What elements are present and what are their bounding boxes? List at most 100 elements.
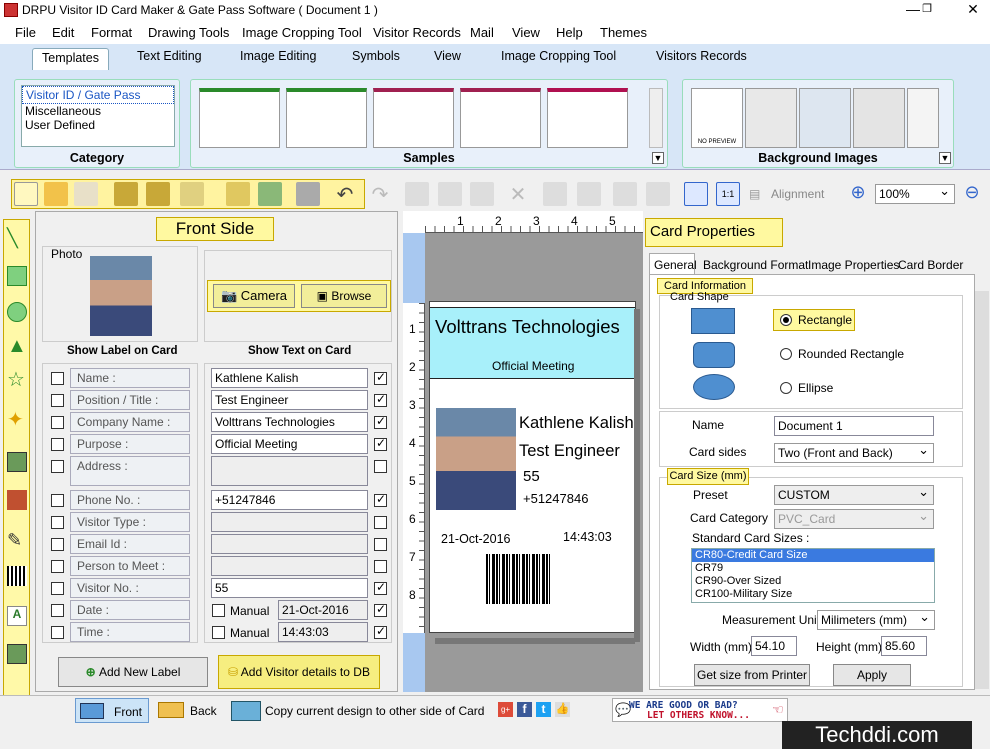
bg-thumb[interactable] [799,88,851,148]
show-text-checkbox[interactable] [374,414,387,429]
field-value-input[interactable]: 14:43:03 [278,622,368,642]
card-time[interactable]: 14:43:03 [563,530,612,544]
image-tool-icon[interactable] [7,452,27,472]
add-visitor-db-button[interactable]: ⛁ Add Visitor details to DB [218,655,380,689]
props-scrollbar[interactable] [975,291,989,689]
like-icon[interactable]: 👍 [555,702,570,717]
id-card-preview[interactable]: Volttrans Technologies Official Meeting … [429,301,636,633]
show-text-checkbox[interactable] [374,436,387,451]
zoom-in-icon[interactable]: ⊕ [846,182,870,206]
unlock-icon[interactable] [646,182,670,206]
show-label-checkbox[interactable] [51,494,64,507]
bg-thumb[interactable] [745,88,797,148]
get-size-printer-button[interactable]: Get size from Printer [694,664,810,686]
rectangle-radio[interactable] [780,314,792,326]
size-item[interactable]: CR90-Over Sized [692,575,934,588]
show-text-checkbox[interactable] [374,560,387,573]
show-label-checkbox[interactable] [51,394,64,407]
field-value-input[interactable]: 55 [211,578,368,598]
camera-button[interactable]: 📷 Camera [213,284,295,308]
tab-text-editing[interactable]: Text Editing [137,49,202,63]
card-date[interactable]: 21-Oct-2016 [441,532,510,546]
rectangle-shape-icon[interactable] [691,308,735,334]
tab-visitors-records[interactable]: Visitors Records [656,49,747,63]
ellipse-radio[interactable] [780,382,792,394]
size-item[interactable]: CR100-Military Size [692,588,934,601]
show-text-checkbox[interactable] [374,370,387,385]
standard-sizes-list[interactable]: CR80-Credit Card Size CR79 CR90-Over Siz… [691,548,935,603]
open-icon[interactable] [44,182,68,206]
line-tool-icon[interactable]: ╲ [7,228,27,248]
zoom-out-icon[interactable]: ⊖ [960,182,984,206]
symbol-tool-icon[interactable]: ✦ [7,410,27,430]
card-number[interactable]: 55 [523,468,540,485]
maximize-button[interactable]: ❐ [912,0,942,20]
show-label-checkbox[interactable] [51,560,64,573]
field-value-input[interactable]: +51247846 [211,490,368,510]
print-icon[interactable] [296,182,320,206]
preset-select[interactable]: CUSTOM [774,484,934,505]
rectangle-tool-icon[interactable] [7,266,27,286]
save-as-icon[interactable] [146,182,170,206]
twitter-icon[interactable]: t [536,702,551,717]
star-tool-icon[interactable]: ☆ [7,370,27,390]
menu-visitor-records[interactable]: Visitor Records [373,25,461,40]
close-button[interactable]: ✕ [958,0,988,20]
category-item[interactable]: Visitor ID / Gate Pass [22,86,174,104]
menu-view[interactable]: View [512,25,540,40]
show-label-checkbox[interactable] [51,416,64,429]
field-value-input[interactable]: Kathlene Kalish [211,368,368,388]
google-plus-icon[interactable]: g+ [498,702,513,717]
watermark-tool-icon[interactable] [7,644,27,664]
design-canvas[interactable]: 1 2 3 4 5 1 2 3 4 5 6 7 8 Volttrans Tech… [403,211,643,692]
tab-image-cropping[interactable]: Image Cropping Tool [501,49,616,63]
save-icon[interactable] [114,182,138,206]
card-barcode[interactable] [486,554,550,604]
sample-thumb[interactable] [373,88,454,148]
show-text-checkbox[interactable] [374,580,387,595]
menu-image-cropping[interactable]: Image Cropping Tool [242,25,362,40]
size-item[interactable]: CR79 [692,562,934,575]
cut-icon[interactable] [405,182,429,206]
show-text-checkbox[interactable] [374,538,387,551]
field-value-input[interactable] [211,456,368,486]
card-name[interactable]: Kathlene Kalish [519,414,634,433]
copy-design-button[interactable]: Copy current design to other side of Car… [229,698,489,723]
tab-symbols[interactable]: Symbols [352,49,400,63]
card-phone[interactable]: +51247846 [523,491,588,506]
menu-drawing-tools[interactable]: Drawing Tools [148,25,229,40]
category-item[interactable]: Miscellaneous [22,104,174,118]
field-value-input[interactable]: 21-Oct-2016 [278,600,368,620]
export-icon[interactable] [180,182,204,206]
feedback-banner[interactable]: 💬 WE ARE GOOD OR BAD? LET OTHERS KNOW...… [612,698,788,722]
bg-thumb[interactable] [907,88,939,148]
fit-icon[interactable] [684,182,708,206]
copy-icon[interactable] [438,182,462,206]
menu-help[interactable]: Help [556,25,583,40]
card-title[interactable]: Test Engineer [519,442,620,461]
rounded-rectangle-radio[interactable] [780,348,792,360]
show-text-checkbox[interactable] [374,602,387,617]
actual-size-icon[interactable]: 1:1 [716,182,740,206]
rounded-shape-icon[interactable] [693,342,735,368]
sample-thumb[interactable] [199,88,280,148]
front-button[interactable]: Front [75,698,149,723]
field-value-input[interactable]: Volttrans Technologies [211,412,368,432]
bring-front-icon[interactable] [543,182,567,206]
add-new-label-button[interactable]: ⊕ Add New Label [58,657,208,687]
card-category-select[interactable]: PVC_Card [774,508,934,529]
show-label-checkbox[interactable] [51,516,64,529]
bg-thumb-no-preview[interactable]: NO PREVIEW [691,88,743,148]
card-photo[interactable] [436,408,516,510]
height-input[interactable]: 85.60 [881,636,927,656]
card-company[interactable]: Volttrans Technologies [435,316,620,338]
zoom-select[interactable]: 100% [875,183,955,204]
menu-themes[interactable]: Themes [600,25,647,40]
tab-view[interactable]: View [434,49,461,63]
show-text-checkbox[interactable] [374,492,387,507]
sample-thumb[interactable] [286,88,367,148]
signature-tool-icon[interactable]: ✎ [7,530,27,550]
field-value-input[interactable]: Official Meeting [211,434,368,454]
card-sides-select[interactable]: Two (Front and Back) [774,442,934,463]
tab-templates[interactable]: Templates [32,48,109,70]
